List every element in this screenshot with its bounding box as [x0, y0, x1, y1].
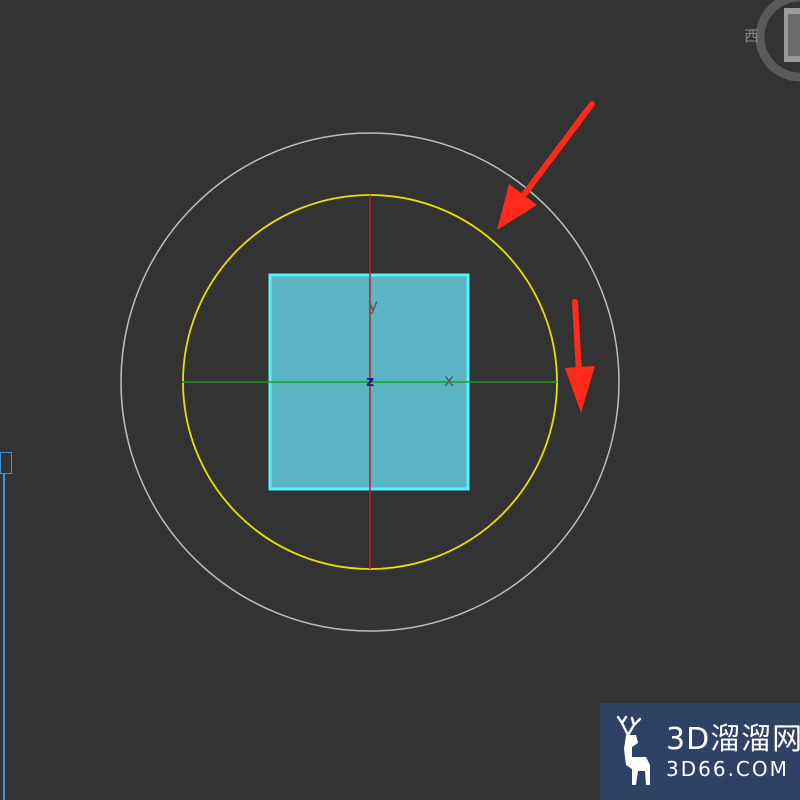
x-axis-label: x	[444, 371, 454, 391]
viewcube-face-label[interactable]: 西	[744, 27, 759, 45]
z-axis-label: z	[366, 374, 374, 390]
red-arrow-icon	[497, 101, 595, 230]
deer-logo-icon	[616, 715, 650, 785]
watermark-title: 3D溜溜网	[666, 721, 800, 757]
watermark-subtitle: 3D66.COM	[666, 756, 789, 781]
watermark: 3D溜溜网 3D66.COM	[600, 703, 800, 800]
red-arrow-icon	[565, 299, 595, 413]
left-panel-edge[interactable]	[0, 452, 12, 800]
viewcube-icon[interactable]: 西	[744, 0, 800, 82]
3d-viewport[interactable]: y z x 西 3D溜溜网 3D66.COM	[0, 0, 800, 800]
panel-handle[interactable]	[0, 452, 12, 474]
panel-rail	[3, 474, 5, 800]
scene-canvas[interactable]: y z x 西	[0, 0, 800, 800]
y-axis-label: y	[368, 296, 378, 316]
